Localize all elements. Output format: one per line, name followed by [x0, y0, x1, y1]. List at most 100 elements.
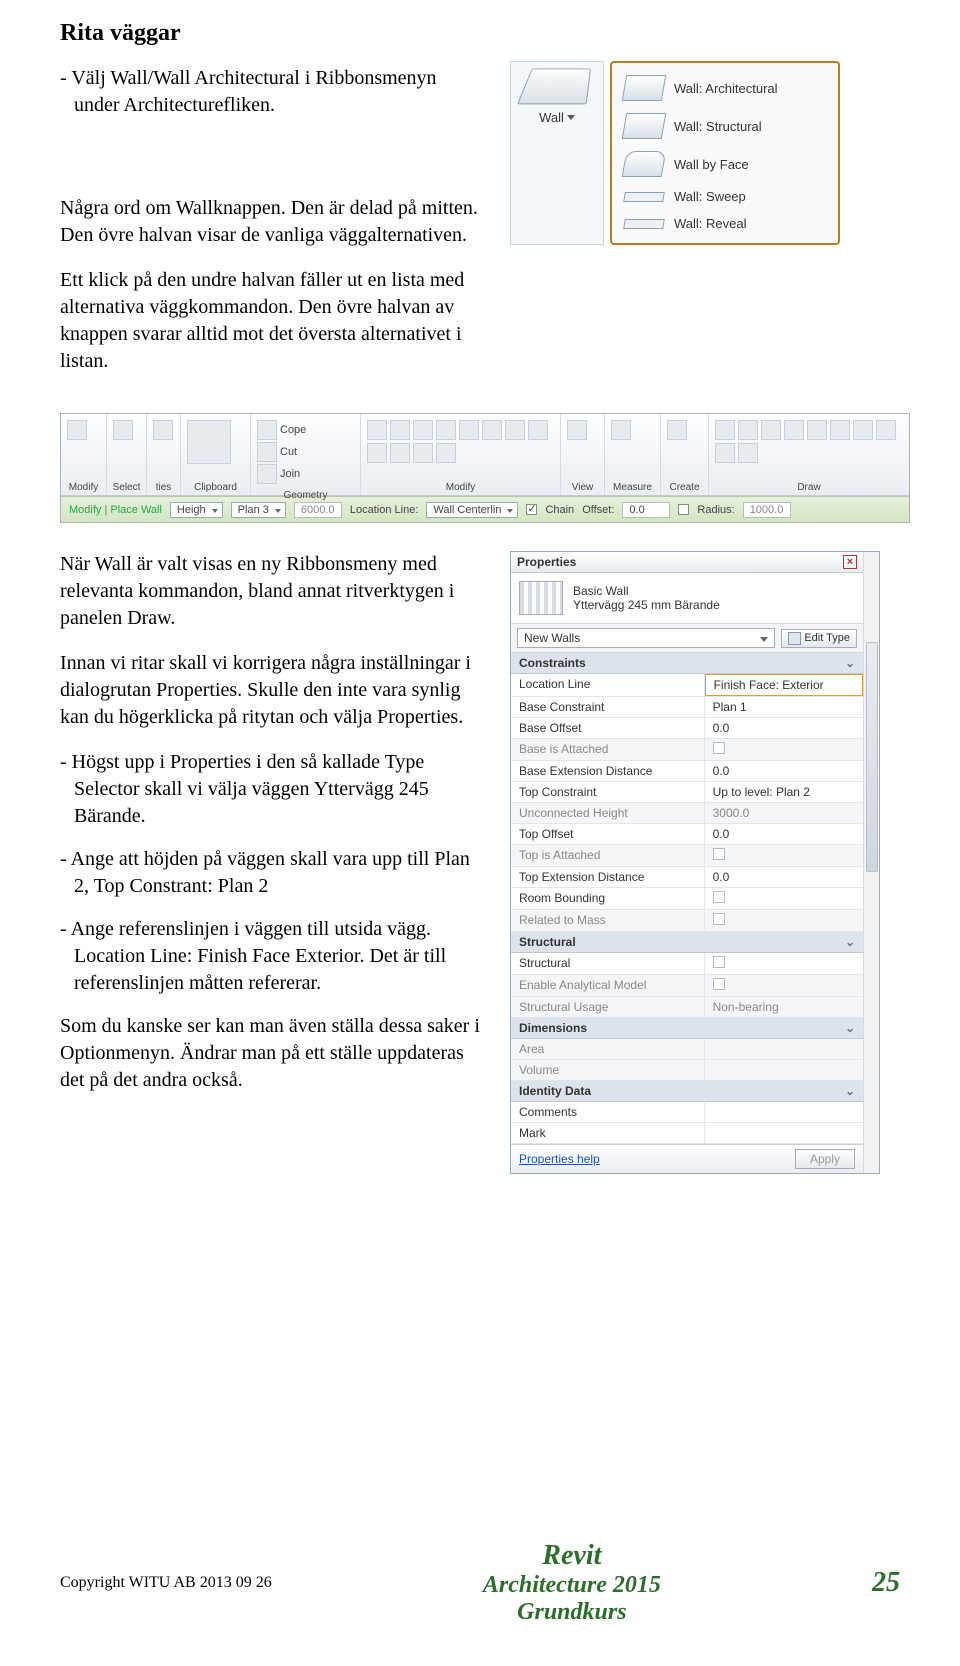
- intro-bullet: Välj Wall/Wall Architectural i Ribbonsme…: [60, 65, 480, 119]
- collapse-icon: ⌄: [845, 1084, 855, 1098]
- radius-label: Radius:: [697, 504, 734, 516]
- list-item-2: Ange att höjden på väggen skall vara upp…: [60, 846, 480, 900]
- select-icon: [113, 420, 133, 440]
- cope-icon: [257, 420, 277, 440]
- row-area: Area: [511, 1039, 863, 1060]
- section-constraints[interactable]: Constraints⌄: [511, 653, 863, 674]
- wall-type-icon: [519, 581, 563, 615]
- section-structural[interactable]: Structural⌄: [511, 932, 863, 953]
- wall-arch-icon: [622, 75, 667, 101]
- wall-icon: [517, 68, 591, 104]
- height-level-select[interactable]: Plan 3: [231, 502, 286, 518]
- checkbox-icon: [713, 956, 725, 968]
- wall-button-label: Wall: [539, 110, 564, 125]
- row-location-line[interactable]: Location LineFinish Face: Exterior: [511, 674, 863, 697]
- row-top-ext[interactable]: Top Extension Distance0.0: [511, 867, 863, 888]
- wall-face-icon: [622, 151, 667, 177]
- wall-split-button[interactable]: Wall: [510, 61, 604, 245]
- new-walls-dropdown[interactable]: New Walls: [517, 628, 775, 648]
- location-line-select[interactable]: Wall Centerlin: [426, 502, 518, 518]
- heading: Rita väggar: [60, 20, 910, 47]
- wall-item-structural[interactable]: Wall: Structural: [616, 107, 834, 145]
- wall-dropdown-figure: Wall Wall: Architectural Wall: Structura…: [510, 61, 910, 245]
- circle-icon: [784, 420, 804, 440]
- properties-title: Properties: [517, 555, 576, 569]
- poly-icon: [761, 420, 781, 440]
- row-struct-usage: Structural UsageNon-bearing: [511, 997, 863, 1018]
- footer-title-3: Grundkurs: [483, 1599, 661, 1626]
- edit-type-button[interactable]: Edit Type: [781, 629, 857, 648]
- wall-sweep-icon: [623, 192, 665, 202]
- rect-icon: [738, 420, 758, 440]
- checkbox-icon: [713, 848, 725, 860]
- radius-input[interactable]: 1000.0: [743, 502, 791, 518]
- offset-input[interactable]: 0.0: [622, 502, 670, 518]
- page-footer: Copyright WITU AB 2013 09 26 Revit Archi…: [60, 1540, 900, 1626]
- chain-checkbox[interactable]: [526, 504, 537, 515]
- dropdown-arrow-icon: [567, 115, 575, 120]
- arc-icon: [807, 420, 827, 440]
- footer-title-2: Architecture 2015: [483, 1572, 661, 1599]
- row-related-mass: Related to Mass: [511, 910, 863, 932]
- checkbox-icon: [713, 742, 725, 754]
- measure-icon: [611, 420, 631, 440]
- section-dimensions[interactable]: Dimensions⌄: [511, 1018, 863, 1039]
- checkbox-icon: [713, 913, 725, 925]
- row-mark[interactable]: Mark: [511, 1123, 863, 1144]
- row-top-constraint[interactable]: Top ConstraintUp to level: Plan 2: [511, 782, 863, 803]
- mid-paragraph-3: Som du kanske ser kan man även ställa de…: [60, 1013, 480, 1094]
- paste-icon: [187, 420, 231, 464]
- options-bar: Modify | Place Wall Heigh Plan 3 6000.0 …: [61, 496, 909, 522]
- close-icon[interactable]: ×: [843, 555, 857, 569]
- location-line-label: Location Line:: [350, 504, 419, 516]
- height-value-input[interactable]: 6000.0: [294, 502, 342, 518]
- row-top-attached: Top is Attached: [511, 845, 863, 867]
- type-name: Yttervägg 245 mm Bärande: [573, 598, 720, 612]
- row-volume: Volume: [511, 1060, 863, 1081]
- apply-button[interactable]: Apply: [795, 1149, 855, 1169]
- mid-paragraph-2: Innan vi ritar skall vi korrigera några …: [60, 650, 480, 731]
- wall-struct-icon: [622, 113, 667, 139]
- footer-title-1: Revit: [483, 1540, 661, 1572]
- row-base-offset[interactable]: Base Offset0.0: [511, 718, 863, 739]
- list-item-1: Högst upp i Properties i den så kallade …: [60, 749, 480, 830]
- arrow-icon: [67, 420, 87, 440]
- wall-item-architectural[interactable]: Wall: Architectural: [616, 69, 834, 107]
- cut-icon: [257, 442, 277, 462]
- section-identity[interactable]: Identity Data⌄: [511, 1081, 863, 1102]
- offset-label: Offset:: [582, 504, 614, 516]
- stair-icon: [436, 420, 456, 440]
- scrollbar[interactable]: [863, 552, 879, 1173]
- row-base-attached: Base is Attached: [511, 739, 863, 761]
- paragraph-1: Några ord om Wallknappen. Den är delad p…: [60, 195, 480, 249]
- context-label: Modify | Place Wall: [69, 504, 162, 516]
- type-selector[interactable]: Basic Wall Yttervägg 245 mm Bärande: [511, 573, 863, 624]
- row-room-bounding[interactable]: Room Bounding: [511, 888, 863, 910]
- wall-item-reveal[interactable]: Wall: Reveal: [616, 210, 834, 237]
- ribbon-figure: Modify Select ties Clipboard Cope Cut Jo…: [60, 413, 910, 523]
- copyright-text: Copyright WITU AB 2013 09 26: [60, 1574, 272, 1592]
- height-mode-select[interactable]: Heigh: [170, 502, 223, 518]
- chain-label: Chain: [545, 504, 574, 516]
- list-item-3: Ange referenslinjen i väggen till utsida…: [60, 916, 480, 997]
- properties-panel: Properties × Basic Wall Yttervägg 245 mm…: [510, 551, 880, 1174]
- view-icon: [567, 420, 587, 440]
- wall-item-sweep[interactable]: Wall: Sweep: [616, 183, 834, 210]
- paragraph-2: Ett klick på den undre halvan fäller ut …: [60, 267, 480, 375]
- props-ribbon-icon: [153, 420, 173, 440]
- row-base-constraint[interactable]: Base ConstraintPlan 1: [511, 697, 863, 718]
- checkbox-icon: [713, 978, 725, 990]
- row-base-ext[interactable]: Base Extension Distance0.0: [511, 761, 863, 782]
- scroll-thumb[interactable]: [866, 642, 878, 872]
- checkbox-icon: [713, 891, 725, 903]
- line-icon: [715, 420, 735, 440]
- wall-item-by-face[interactable]: Wall by Face: [616, 145, 834, 183]
- create-icon: [667, 420, 687, 440]
- row-structural[interactable]: Structural: [511, 953, 863, 975]
- row-comments[interactable]: Comments: [511, 1102, 863, 1123]
- radius-checkbox[interactable]: [678, 504, 689, 515]
- row-top-offset[interactable]: Top Offset0.0: [511, 824, 863, 845]
- mid-paragraph-1: När Wall är valt visas en ny Ribbonsmeny…: [60, 551, 480, 632]
- row-enable-analytical: Enable Analytical Model: [511, 975, 863, 997]
- properties-help-link[interactable]: Properties help: [519, 1152, 600, 1166]
